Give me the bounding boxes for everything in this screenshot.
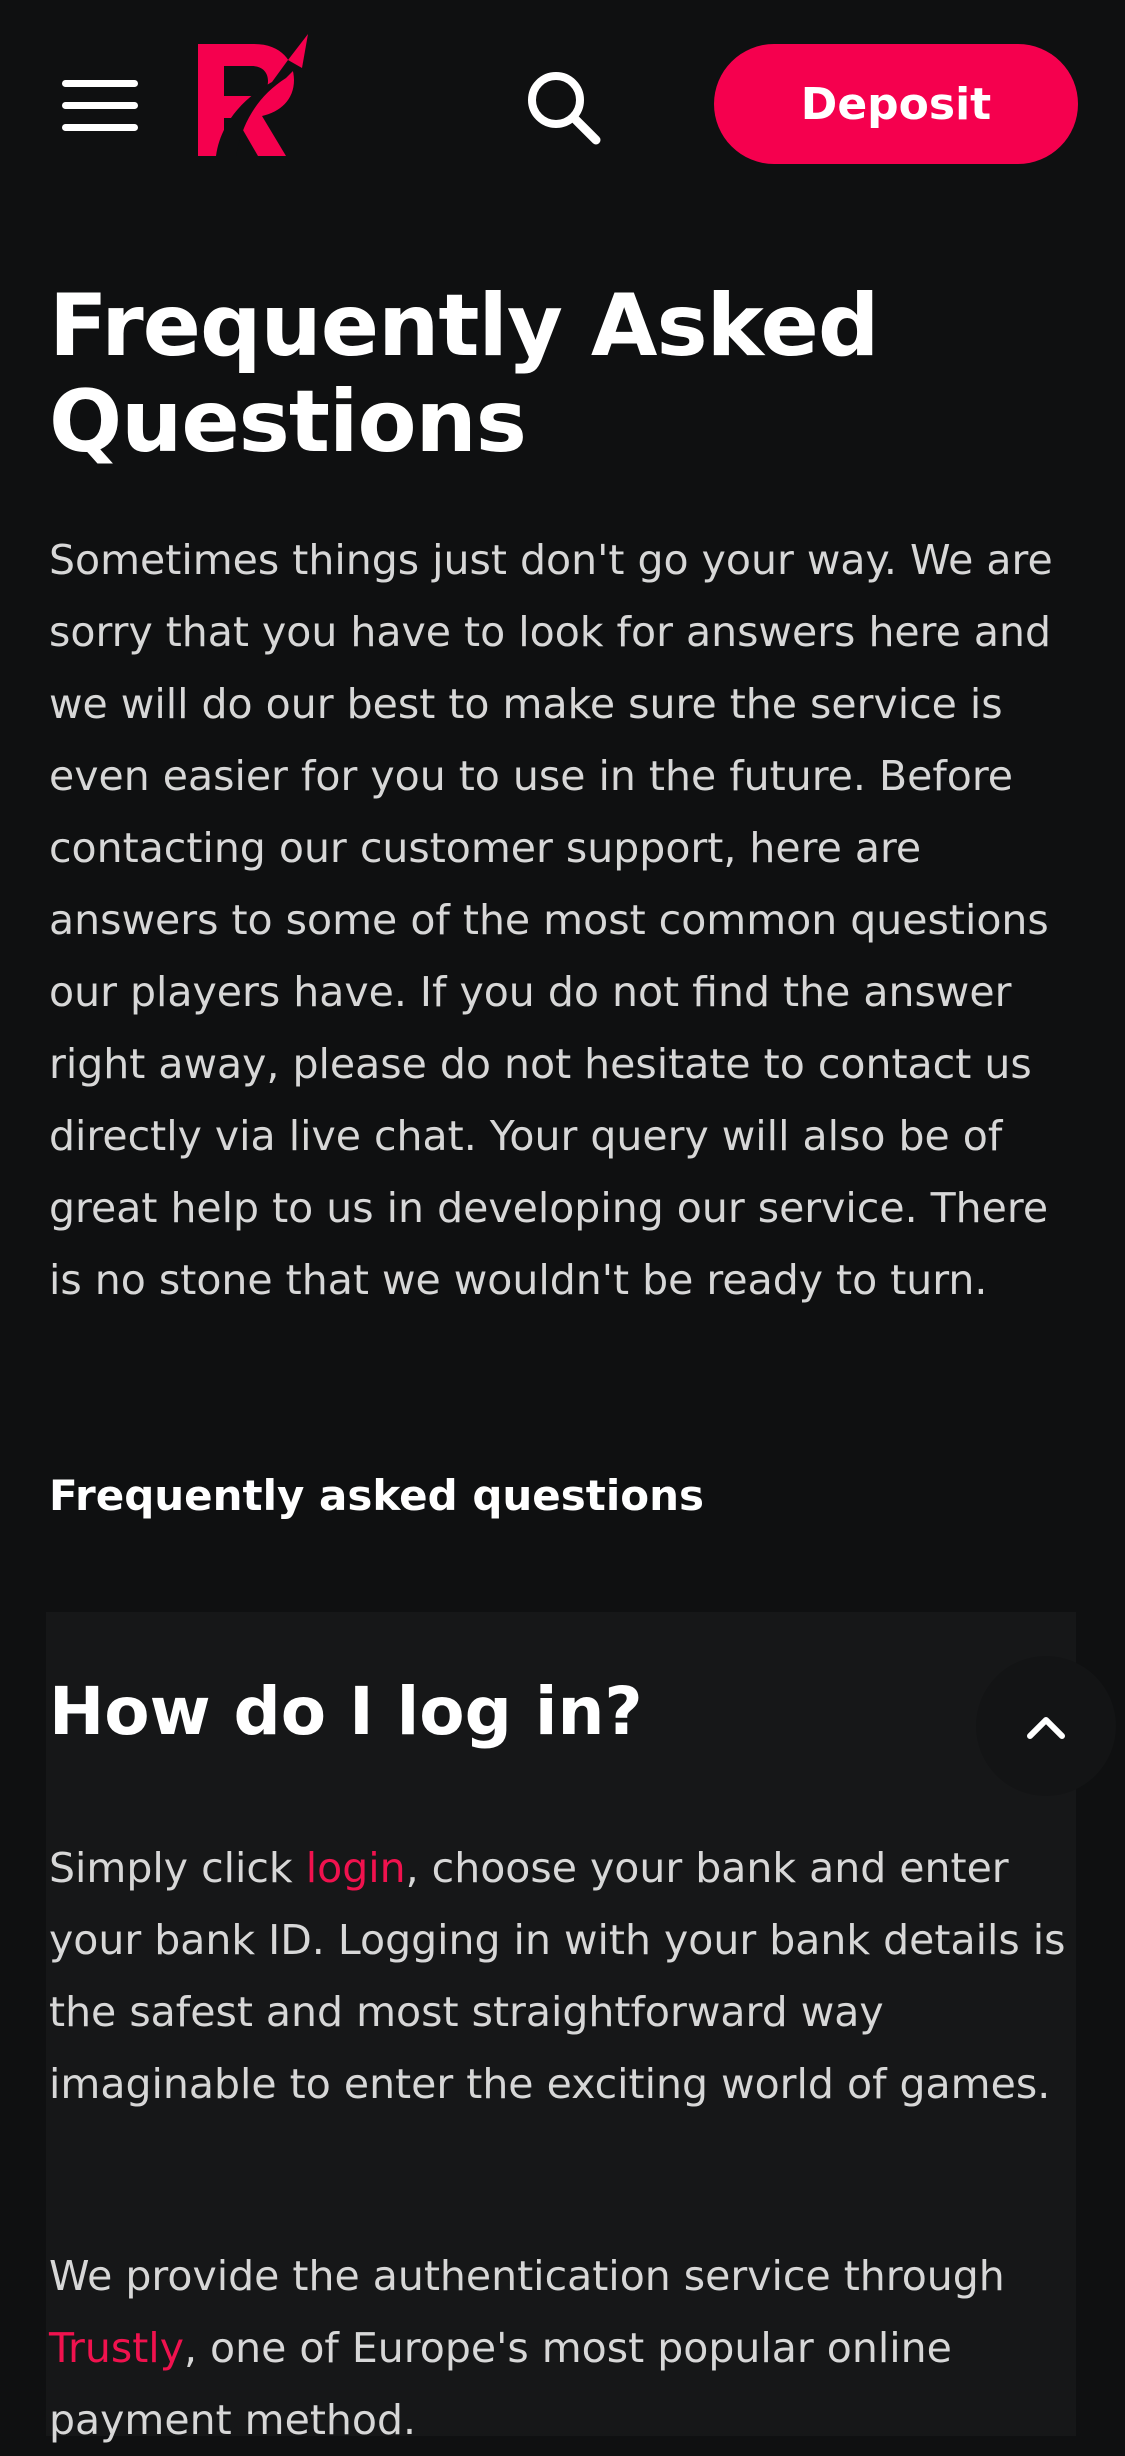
answer-text: , one of Europe's most popular online pa… (49, 2324, 952, 2444)
faq-answer-paragraph: Simply click login, choose your bank and… (49, 1832, 1079, 2120)
answer-text: Simply click (49, 1844, 306, 1892)
faq-question[interactable]: How do I log in? (49, 1672, 643, 1752)
deposit-button[interactable]: Deposit (714, 44, 1078, 164)
chevron-up-icon[interactable] (976, 1656, 1116, 1796)
page-title: Frequently Asked Questions (49, 278, 1069, 470)
faq-answer-paragraph: We provide the authentication service th… (49, 2240, 1079, 2456)
search-icon[interactable] (522, 66, 604, 148)
hamburger-menu-icon[interactable] (58, 76, 142, 136)
top-header: Deposit (0, 0, 1125, 210)
answer-text: We provide the authentication service th… (49, 2252, 1005, 2300)
trustly-link[interactable]: Trustly (49, 2324, 184, 2372)
intro-paragraph: Sometimes things just don't go your way.… (49, 536, 1053, 1304)
page-title-line2: Questions (49, 372, 527, 472)
brand-logo-icon[interactable] (196, 34, 310, 158)
faq-item: How do I log in? Simply click login, cho… (46, 1612, 1116, 2444)
page-title-line1: Frequently Asked (49, 276, 879, 376)
login-link[interactable]: login (306, 1844, 406, 1892)
section-title: Frequently asked questions (49, 1471, 705, 1520)
